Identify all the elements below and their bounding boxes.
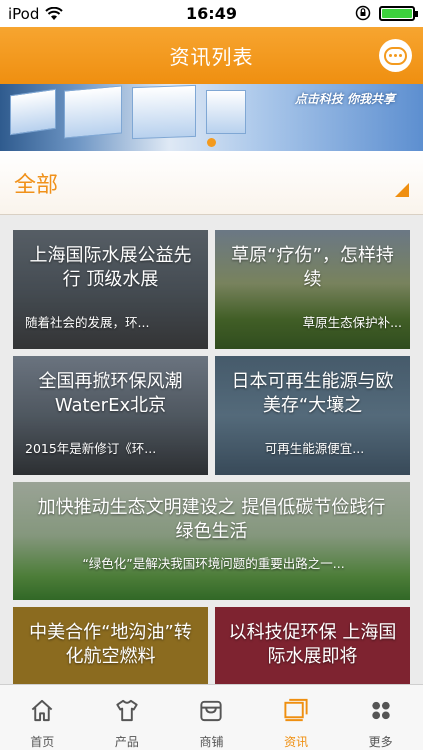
carousel-dot[interactable] — [207, 138, 216, 147]
rotation-lock-icon — [355, 5, 371, 21]
news-card[interactable]: 以科技促环保 上海国际水展即将 — [215, 607, 410, 687]
tab-label: 首页 — [30, 735, 55, 749]
news-card[interactable]: 中美合作“地沟油”转化航空燃料 — [13, 607, 208, 687]
news-title: 日本可再生能源与欧美存“大壤之 — [231, 371, 394, 416]
news-title: 全国再掀环保风潮 WaterEx北京 — [38, 371, 183, 416]
banner-carousel[interactable]: 点击科技 你我共享 — [0, 84, 423, 151]
tab-label: 商铺 — [199, 735, 224, 749]
category-selector[interactable]: 全部 — [0, 151, 423, 215]
chat-bubble-icon — [384, 46, 407, 65]
news-excerpt: 随着社会的发展，环... — [25, 315, 150, 330]
news-excerpt: 草原生态保护补... — [302, 315, 402, 330]
more-icon — [371, 701, 390, 720]
news-card[interactable]: 上海国际水展公益先行 顶级水展 随着社会的发展，环... — [13, 230, 208, 349]
store-icon — [200, 700, 223, 722]
news-title: 上海国际水展公益先行 顶级水展 — [29, 245, 192, 290]
status-bar: iPod 16:49 — [0, 0, 423, 27]
chat-button[interactable] — [379, 39, 412, 72]
dropdown-caret-icon — [395, 183, 409, 197]
tab-bar: 首页 产品 商铺 资讯 更多 — [0, 684, 423, 750]
tab-home[interactable]: 首页 — [0, 685, 85, 750]
category-label: 全部 — [14, 173, 59, 198]
tab-stores[interactable]: 商铺 — [169, 685, 254, 750]
news-excerpt: 可再生能源便宜... — [264, 441, 365, 456]
tab-more[interactable]: 更多 — [338, 685, 423, 750]
nav-bar: 资讯列表 — [0, 27, 423, 84]
news-icon — [284, 698, 308, 722]
news-title: 草原“疗伤”，怎样持续 — [231, 245, 394, 290]
news-title: 中美合作“地沟油”转化航空燃料 — [29, 622, 192, 667]
tab-label: 更多 — [368, 735, 393, 749]
tab-news[interactable]: 资讯 — [254, 685, 339, 750]
tab-products[interactable]: 产品 — [85, 685, 170, 750]
news-card[interactable]: 日本可再生能源与欧美存“大壤之 可再生能源便宜... — [215, 356, 410, 475]
news-title: 加快推动生态文明建设之 提倡低碳节俭践行绿色生活 — [37, 497, 386, 542]
news-card[interactable]: 全国再掀环保风潮 WaterEx北京 2015年是新修订《环... — [13, 356, 208, 475]
banner-slogan: 点击科技 你我共享 — [294, 92, 395, 106]
tab-label: 资讯 — [284, 735, 309, 749]
news-excerpt: 2015年是新修订《环... — [25, 441, 157, 456]
page-title: 资讯列表 — [169, 45, 254, 69]
carousel-indicator — [0, 138, 423, 147]
news-excerpt: “绿色化”是解决我国环境问题的重要出路之一... — [82, 556, 345, 571]
battery-icon — [379, 5, 418, 21]
news-card[interactable]: 加快推动生态文明建设之 提倡低碳节俭践行绿色生活 “绿色化”是解决我国环境问题的… — [13, 482, 410, 600]
shirt-icon — [116, 699, 138, 722]
news-card[interactable]: 草原“疗伤”，怎样持续 草原生态保护补... — [215, 230, 410, 349]
status-right — [355, 5, 418, 21]
home-icon — [32, 699, 53, 722]
news-title: 以科技促环保 上海国际水展即将 — [228, 622, 397, 667]
tab-label: 产品 — [114, 735, 139, 749]
